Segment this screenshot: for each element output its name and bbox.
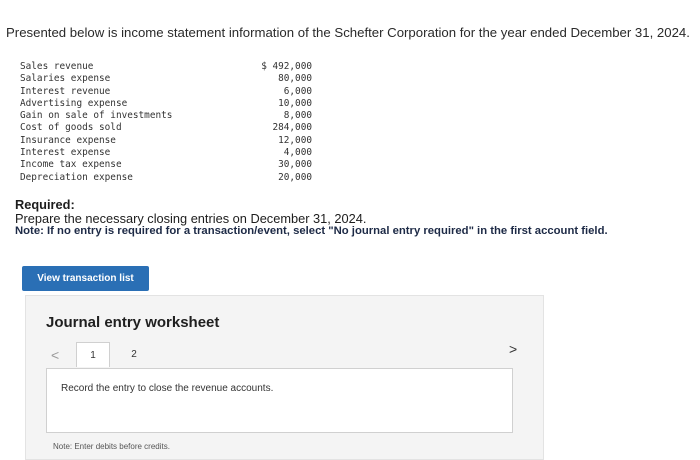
view-transaction-list-button[interactable]: View transaction list	[22, 266, 149, 291]
account-label: Interest revenue	[20, 85, 111, 97]
account-value: 6,000	[283, 85, 312, 97]
worksheet-title: Journal entry worksheet	[46, 314, 220, 331]
instruction-box: Record the entry to close the revenue ac…	[46, 368, 513, 433]
table-row: Advertising expense 10,000	[20, 98, 312, 110]
instruction-text: Record the entry to close the revenue ac…	[61, 383, 274, 394]
account-label: Cost of goods sold	[20, 122, 122, 134]
worksheet-note: Note: Enter debits before credits.	[53, 442, 170, 451]
table-row: Depreciation expense 20,000	[20, 172, 312, 184]
account-value: 30,000	[278, 159, 312, 171]
income-statement-table: Sales revenue $ 492,000 Salaries expense…	[20, 61, 312, 184]
problem-intro: Presented below is income statement info…	[6, 25, 690, 40]
account-value: 80,000	[278, 73, 312, 85]
account-value: 10,000	[278, 97, 312, 109]
account-value: $ 492,000	[261, 61, 312, 72]
table-row: Income tax expense 30,000	[20, 159, 312, 171]
account-label: Salaries expense	[20, 73, 111, 85]
table-row: Interest expense 4,000	[20, 147, 312, 159]
account-label: Insurance expense	[20, 134, 116, 146]
table-row: Gain on sale of investments 8,000	[20, 110, 312, 122]
account-label: Advertising expense	[20, 97, 128, 109]
account-label: Interest expense	[20, 147, 111, 159]
chevron-right-icon[interactable]: >	[509, 341, 517, 357]
account-label: Sales revenue	[20, 61, 94, 72]
table-row: Salaries expense 80,000	[20, 73, 312, 85]
required-heading: Required:	[15, 197, 75, 212]
tab-2[interactable]: 2	[124, 342, 144, 367]
journal-entry-worksheet: Journal entry worksheet < 1 2 Record the…	[25, 295, 544, 460]
account-value: 4,000	[283, 147, 312, 159]
required-text: Prepare the necessary closing entries on…	[15, 211, 367, 226]
account-label: Income tax expense	[20, 159, 122, 171]
required-section: Required: Prepare the necessary closing …	[15, 198, 366, 226]
account-value: 284,000	[272, 122, 312, 134]
account-value: 20,000	[278, 171, 312, 183]
table-row: Sales revenue $ 492,000	[20, 61, 312, 73]
required-note: Note: If no entry is required for a tran…	[15, 225, 608, 237]
account-value: 8,000	[283, 110, 312, 122]
account-label: Depreciation expense	[20, 171, 133, 183]
table-row: Cost of goods sold 284,000	[20, 122, 312, 134]
account-value: 12,000	[278, 134, 312, 146]
table-row: Interest revenue 6,000	[20, 86, 312, 98]
table-row: Insurance expense 12,000	[20, 135, 312, 147]
account-label: Gain on sale of investments	[20, 110, 173, 122]
tab-1[interactable]: 1	[76, 342, 110, 367]
chevron-left-icon[interactable]: <	[51, 347, 59, 363]
